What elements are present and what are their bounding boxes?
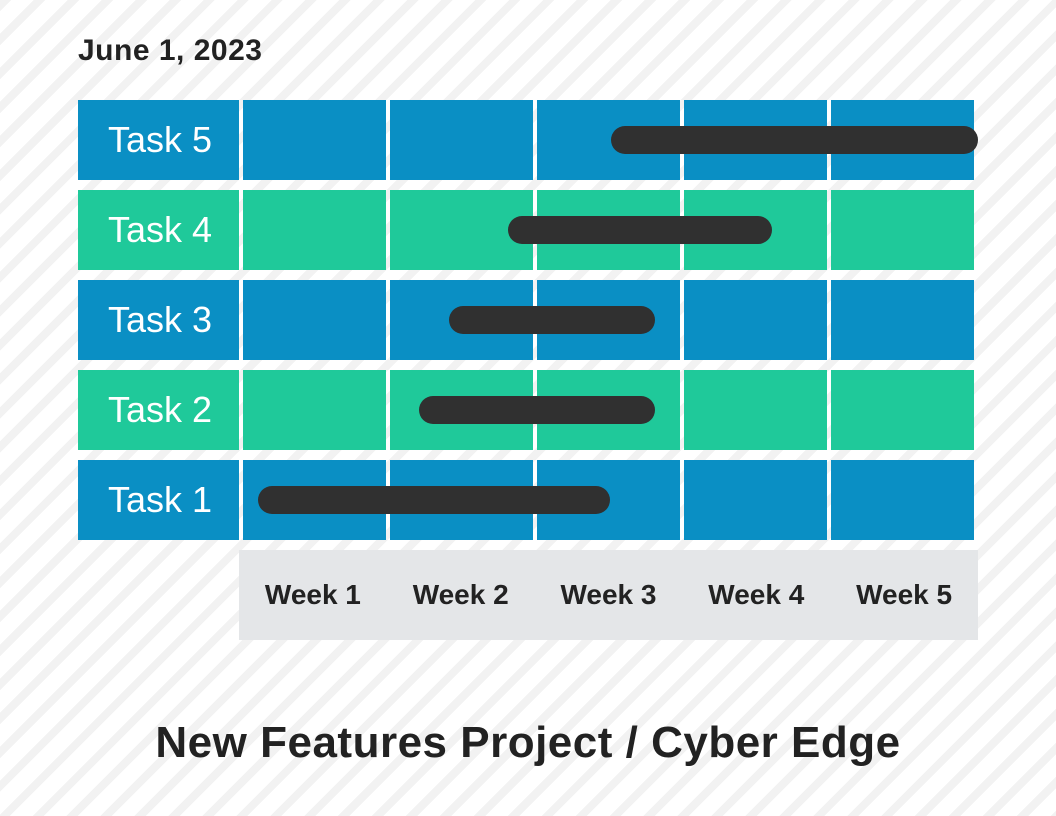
task-label: Task 5 — [78, 100, 239, 180]
grid-cell — [831, 280, 974, 360]
grid-cell — [831, 190, 974, 270]
axis-tick: Week 2 — [387, 550, 535, 640]
grid-cell — [243, 370, 386, 450]
axis-tick: Week 5 — [830, 550, 978, 640]
grid-cell — [831, 460, 974, 540]
grid-cell — [684, 280, 827, 360]
chart-date: June 1, 2023 — [78, 34, 978, 68]
axis-tick: Week 4 — [682, 550, 830, 640]
grid-cell — [243, 460, 386, 540]
grid-cell — [537, 370, 680, 450]
grid-cell — [831, 100, 974, 180]
axis-tick: Week 1 — [239, 550, 387, 640]
grid-cell — [390, 190, 533, 270]
grid-cell — [390, 280, 533, 360]
grid-cell — [390, 460, 533, 540]
grid-cell — [831, 370, 974, 450]
grid-cell — [243, 280, 386, 360]
task-label: Task 2 — [78, 370, 239, 450]
gantt-row: Task 1 — [78, 460, 978, 540]
grid-cell — [243, 100, 386, 180]
gantt-chart: Task 5 Task 4 Task 3 Ta — [78, 100, 978, 640]
grid-cell — [537, 190, 680, 270]
gantt-row: Task 5 — [78, 100, 978, 180]
task-label: Task 3 — [78, 280, 239, 360]
task-label: Task 4 — [78, 190, 239, 270]
grid-cell — [684, 460, 827, 540]
grid-cell — [537, 460, 680, 540]
grid-cell — [537, 280, 680, 360]
axis-tick: Week 3 — [535, 550, 683, 640]
task-label: Task 1 — [78, 460, 239, 540]
gantt-row: Task 2 — [78, 370, 978, 450]
gantt-row: Task 4 — [78, 190, 978, 270]
grid-cell — [684, 370, 827, 450]
x-axis: Week 1 Week 2 Week 3 Week 4 Week 5 — [78, 550, 978, 640]
chart-title: New Features Project / Cyber Edge — [78, 718, 978, 768]
grid-cell — [243, 190, 386, 270]
grid-cell — [684, 190, 827, 270]
grid-cell — [390, 370, 533, 450]
gantt-row: Task 3 — [78, 280, 978, 360]
grid-cell — [537, 100, 680, 180]
grid-cell — [390, 100, 533, 180]
grid-cell — [684, 100, 827, 180]
